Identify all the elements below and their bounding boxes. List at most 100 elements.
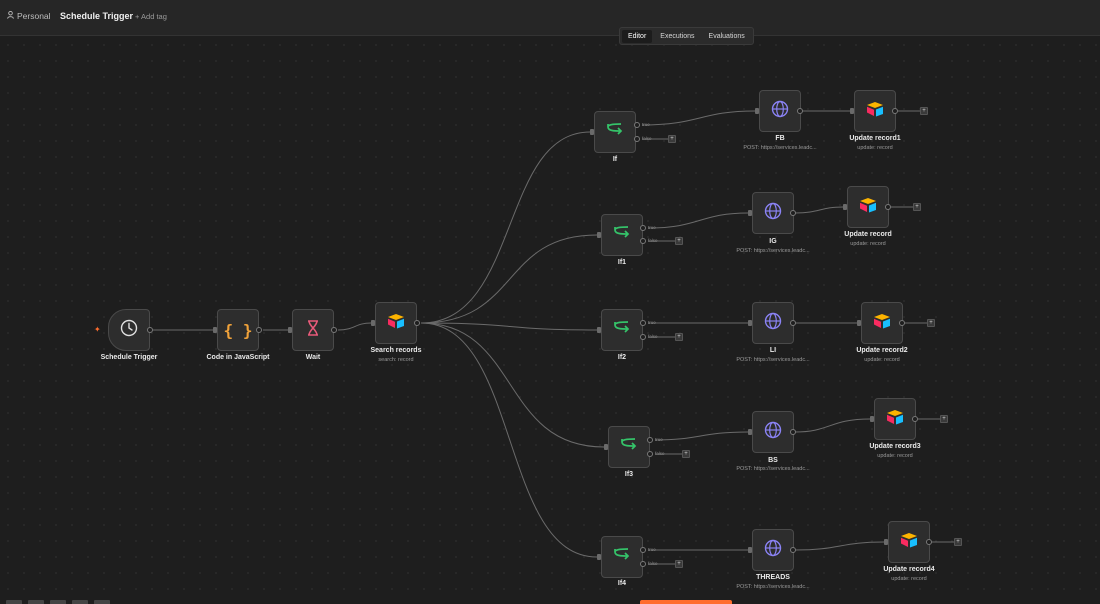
workflow-canvas[interactable] <box>0 37 1100 604</box>
node-subtitle: update: record <box>857 145 893 151</box>
output-port[interactable] <box>256 327 262 333</box>
node-label: Update record2 <box>856 347 908 354</box>
airtable-icon <box>387 313 405 334</box>
node-label: Search records <box>370 347 422 354</box>
output-port[interactable] <box>797 108 803 114</box>
false-output-port[interactable] <box>640 238 646 244</box>
bottom-toolbar <box>0 600 130 604</box>
toolbar-button[interactable] <box>6 600 22 604</box>
branch-icon <box>613 225 631 246</box>
node-http-threads[interactable] <box>752 529 794 571</box>
true-output-port[interactable] <box>647 437 653 443</box>
add-node-button[interactable]: + <box>940 415 948 423</box>
add-node-button[interactable]: + <box>920 107 928 115</box>
toolbar-button[interactable] <box>28 600 44 604</box>
false-output-port[interactable] <box>647 451 653 457</box>
node-update-record[interactable] <box>847 186 889 228</box>
add-tag-button[interactable]: + Add tag <box>135 12 167 21</box>
false-output-port[interactable] <box>634 136 640 142</box>
node-if4[interactable] <box>601 536 643 578</box>
add-node-button[interactable]: + <box>927 319 935 327</box>
node-if[interactable] <box>594 111 636 153</box>
false-output-port[interactable] <box>640 334 646 340</box>
true-branch-label: true <box>642 122 650 127</box>
output-port[interactable] <box>912 416 918 422</box>
true-branch-label: true <box>648 547 656 552</box>
tab-executions[interactable]: Executions <box>654 30 700 43</box>
node-search-records[interactable] <box>375 302 417 344</box>
output-port[interactable] <box>899 320 905 326</box>
add-node-button[interactable]: + <box>675 237 683 245</box>
output-port[interactable] <box>790 547 796 553</box>
add-node-button[interactable]: + <box>668 135 676 143</box>
tab-editor[interactable]: Editor <box>622 29 653 43</box>
true-output-port[interactable] <box>634 122 640 128</box>
code-braces-icon: { } <box>223 320 253 340</box>
node-http-bs[interactable] <box>752 411 794 453</box>
output-port[interactable] <box>790 320 796 326</box>
node-http-ig[interactable] <box>752 192 794 234</box>
false-output-port[interactable] <box>640 561 646 567</box>
workflow-title[interactable]: Schedule Trigger <box>60 11 133 21</box>
node-update-record4[interactable] <box>888 521 930 563</box>
true-output-port[interactable] <box>640 320 646 326</box>
globe-icon <box>764 421 782 444</box>
node-update-record2[interactable] <box>861 302 903 344</box>
node-subtitle: POST: https://services.leadc... <box>736 248 810 254</box>
node-label: THREADS <box>756 574 790 581</box>
true-output-port[interactable] <box>640 225 646 231</box>
output-port[interactable] <box>790 429 796 435</box>
add-node-button[interactable]: + <box>682 450 690 458</box>
output-port[interactable] <box>790 210 796 216</box>
node-subtitle: POST: https://services.leadc... <box>736 466 810 472</box>
node-label: Update record4 <box>883 566 935 573</box>
airtable-icon <box>873 313 891 334</box>
globe-icon <box>764 312 782 335</box>
output-port[interactable] <box>414 320 420 326</box>
node-http-fb[interactable] <box>759 90 801 132</box>
node-update-record1[interactable] <box>854 90 896 132</box>
true-branch-label: true <box>655 437 663 442</box>
globe-icon <box>771 100 789 123</box>
node-label: Update record <box>844 231 892 238</box>
tab-evaluations[interactable]: Evaluations <box>703 30 751 43</box>
output-port[interactable] <box>885 204 891 210</box>
node-if1[interactable] <box>601 214 643 256</box>
add-node-button[interactable]: + <box>675 333 683 341</box>
false-branch-label: false <box>648 561 658 566</box>
node-code[interactable]: { } <box>217 309 259 351</box>
node-label: If <box>612 156 618 163</box>
airtable-icon <box>866 101 884 122</box>
true-output-port[interactable] <box>640 547 646 553</box>
add-node-button[interactable]: + <box>675 560 683 568</box>
output-port[interactable] <box>147 327 153 333</box>
node-if2[interactable] <box>601 309 643 351</box>
output-port[interactable] <box>926 539 932 545</box>
add-node-button[interactable]: + <box>954 538 962 546</box>
node-subtitle: POST: https://services.leadc... <box>736 584 810 590</box>
node-schedule-trigger[interactable] <box>108 309 150 351</box>
add-node-button[interactable]: + <box>913 203 921 211</box>
breadcrumb-workspace[interactable]: Personal <box>7 10 51 21</box>
false-branch-label: false <box>655 451 665 456</box>
node-subtitle: update: record <box>850 241 886 247</box>
view-tabs: Editor Executions Evaluations <box>619 27 754 45</box>
clock-icon <box>120 319 138 342</box>
branch-icon <box>606 122 624 143</box>
toolbar-button[interactable] <box>72 600 88 604</box>
true-branch-label: true <box>648 225 656 230</box>
true-branch-label: true <box>648 320 656 325</box>
node-wait[interactable] <box>292 309 334 351</box>
trigger-bolt-icon: ✦ <box>94 325 101 334</box>
toolbar-button[interactable] <box>94 600 110 604</box>
node-label: If4 <box>617 580 627 587</box>
branch-icon <box>620 437 638 458</box>
node-update-record3[interactable] <box>874 398 916 440</box>
node-http-li[interactable] <box>752 302 794 344</box>
output-port[interactable] <box>892 108 898 114</box>
output-port[interactable] <box>331 327 337 333</box>
node-if3[interactable] <box>608 426 650 468</box>
execute-workflow-button[interactable] <box>640 600 732 604</box>
toolbar-button[interactable] <box>50 600 66 604</box>
hourglass-icon <box>306 319 320 341</box>
